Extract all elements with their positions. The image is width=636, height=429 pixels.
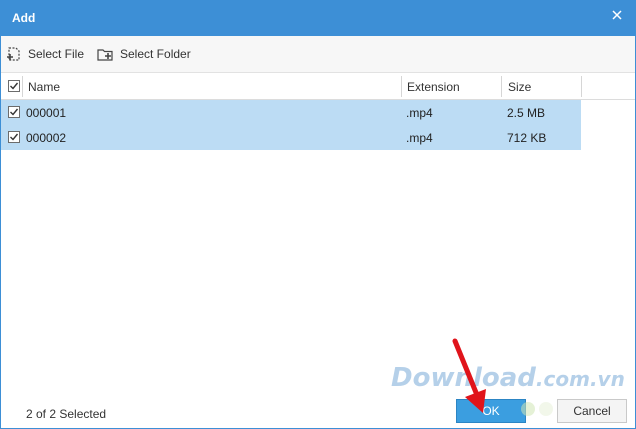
column-divider[interactable] [501,76,502,97]
checkmark-icon [10,82,19,90]
title-bar: Add [1,1,635,36]
window-title: Add [12,11,36,25]
close-button[interactable] [607,5,627,25]
select-folder-label: Select Folder [120,47,191,61]
select-file-label: Select File [28,47,85,61]
checkmark-icon [10,133,19,141]
table-row[interactable]: 000001 .mp4 2.5 MB [1,100,581,125]
close-icon [612,10,622,20]
watermark-suffix: .com.vn [535,367,625,391]
selection-count: 2 of 2 Selected [26,407,107,421]
select-folder-button[interactable]: Select Folder [96,45,191,63]
toolbar: Select File Select Folder [1,36,635,73]
file-name: 000001 [26,106,67,120]
file-extension: .mp4 [406,106,433,120]
file-size: 2.5 MB [507,106,546,120]
column-header-extension[interactable]: Extension [407,80,460,94]
column-header-name[interactable]: Name [28,80,60,94]
file-extension: .mp4 [406,131,433,145]
watermark-dot [521,402,535,416]
watermark-logo: Download.com.vn [391,363,625,393]
column-divider[interactable] [401,76,402,97]
cancel-label: Cancel [573,404,611,418]
column-header-size[interactable]: Size [508,80,531,94]
select-file-button[interactable]: Select File [6,45,84,63]
checkmark-icon [10,108,19,116]
cancel-button[interactable]: Cancel [557,399,627,423]
watermark-dot [539,402,553,416]
table-row[interactable]: 000002 .mp4 712 KB [1,125,581,150]
add-dialog: Add Select File Select Folder Name Exten… [0,0,636,429]
column-divider[interactable] [581,76,582,97]
add-folder-icon [97,49,113,61]
column-divider [22,76,23,97]
file-size: 712 KB [507,131,547,145]
annotation-arrow-icon [452,338,486,413]
table-header: Name Extension Size [1,73,635,100]
row-checkbox[interactable] [8,131,20,143]
select-all-checkbox[interactable] [8,80,20,92]
row-checkbox[interactable] [8,106,20,118]
file-name: 000002 [26,131,67,145]
add-file-icon [7,47,20,61]
